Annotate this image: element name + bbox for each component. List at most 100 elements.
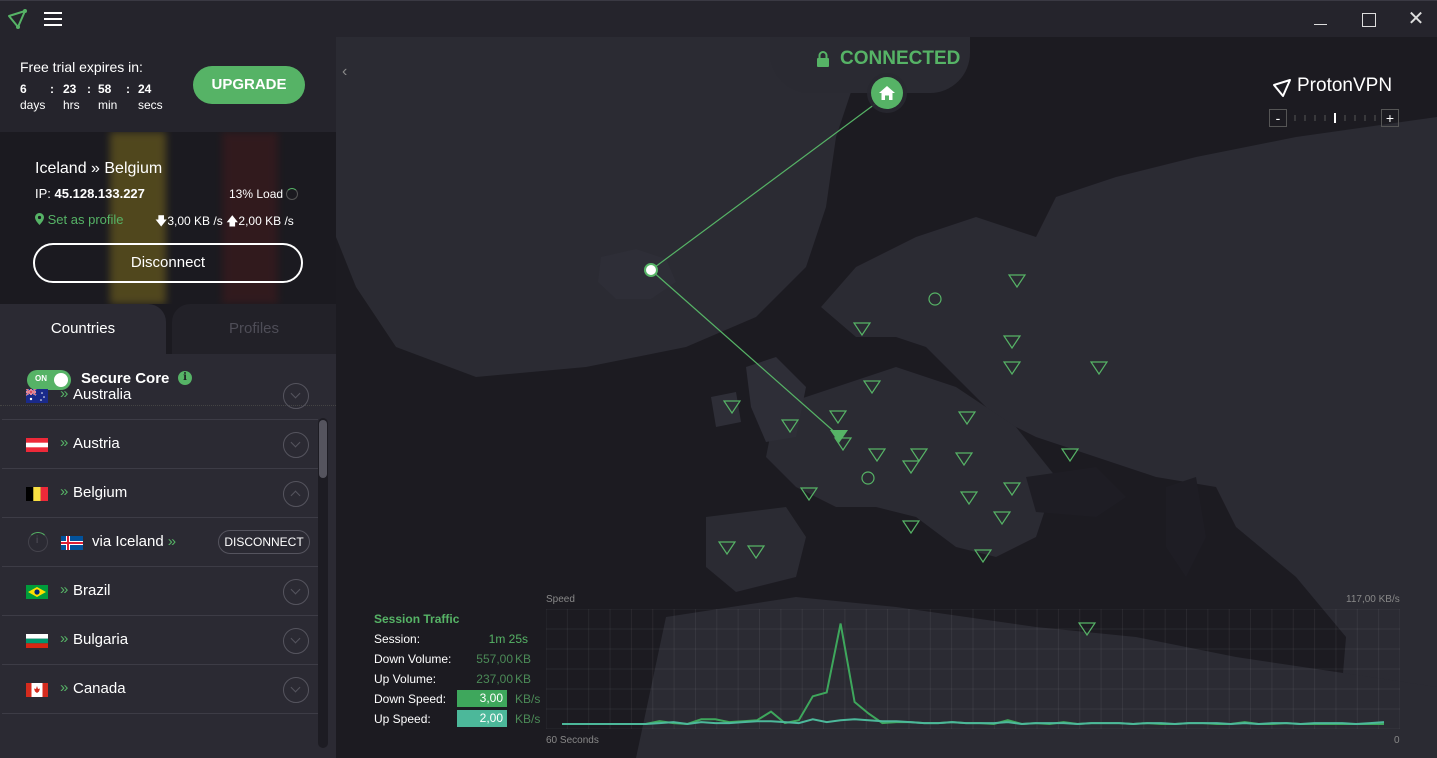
minimize-button[interactable]	[1308, 7, 1334, 33]
expand-button[interactable]	[283, 432, 309, 458]
connection-speeds: 🡇3,00 KB /s 🡅2,00 KB /s	[155, 212, 294, 233]
ip-label: IP:	[35, 186, 51, 201]
connection-card: Iceland » Belgium IP: 45.128.133.227 13%…	[0, 132, 336, 304]
upgrade-button[interactable]: UPGRADE	[193, 66, 305, 104]
expand-button[interactable]	[283, 677, 309, 703]
zoom-control: - +	[1269, 109, 1401, 127]
country-name: Austria	[73, 435, 120, 452]
zoom-in-button[interactable]: +	[1381, 109, 1399, 127]
server-name: via Iceland»	[92, 533, 176, 550]
zoom-out-button[interactable]: -	[1269, 109, 1287, 127]
server-row[interactable]: via Iceland» DISCONNECT	[2, 518, 318, 567]
separator: :	[50, 82, 54, 96]
server-marker	[828, 410, 848, 425]
hrs-unit: hrs	[63, 98, 80, 112]
server-marker	[722, 400, 742, 415]
maximize-button[interactable]	[1356, 7, 1382, 33]
connection-status: CONNECTED	[840, 48, 961, 69]
scrollbar-thumb[interactable]	[319, 420, 327, 478]
hrs-value: 23	[63, 82, 77, 96]
collapse-sidebar-button[interactable]: ‹	[342, 63, 347, 81]
up-volume-value: 237,00	[476, 672, 513, 686]
chart-title: Speed	[546, 594, 575, 605]
expand-button[interactable]	[283, 383, 309, 409]
set-as-profile-link[interactable]: Set as profile	[35, 212, 124, 227]
down-volume-unit: KB	[515, 652, 532, 666]
session-label: Session:	[374, 632, 421, 646]
down-volume-value: 557,00	[476, 652, 513, 666]
entry-node	[644, 263, 658, 277]
up-speed-unit: KB/s	[515, 712, 541, 726]
traffic-row-up-volume: Up Volume: 237,00 KB	[374, 672, 531, 692]
server-marker	[717, 541, 737, 556]
server-disconnect-button[interactable]: DISCONNECT	[218, 530, 310, 554]
chevron-right-icon: »	[60, 434, 69, 451]
server-marker	[862, 380, 882, 395]
secs-unit: secs	[138, 98, 163, 112]
secure-core-node	[861, 471, 875, 485]
home-node[interactable]	[871, 77, 903, 109]
country-name: Brazil	[73, 582, 111, 599]
down-speed-unit: KB/s	[515, 692, 541, 706]
up-speed-value: 2,00	[457, 710, 507, 727]
expand-button[interactable]	[283, 628, 309, 654]
server-marker	[1002, 482, 1022, 497]
home-icon	[879, 86, 895, 100]
days-unit: days	[20, 98, 46, 112]
close-button[interactable]: ✕	[1403, 7, 1429, 33]
server-load-icon	[28, 532, 48, 552]
flag-austria-icon	[26, 438, 48, 452]
up-speed: 2,00 KB /s	[238, 214, 294, 228]
disconnect-button[interactable]: Disconnect	[33, 243, 303, 283]
world-map[interactable]: ‹ CONNECTED ProtonVPN - + Session Traffi…	[336, 37, 1437, 758]
up-volume-label: Up Volume:	[374, 672, 437, 686]
collapse-button[interactable]	[283, 481, 309, 507]
tab-profiles[interactable]: Profiles	[172, 304, 336, 354]
country-row[interactable]: » Australia	[2, 371, 318, 420]
country-list-scrollbar[interactable]	[318, 418, 328, 748]
chart-xlabel: 60 Seconds	[546, 735, 599, 746]
tab-countries[interactable]: Countries	[0, 304, 166, 354]
traffic-row-down-volume: Down Volume: 557,00 KB	[374, 652, 531, 672]
server-marker	[1089, 361, 1109, 376]
country-row[interactable]: » Austria	[2, 420, 318, 469]
up-speed-label: Up Speed:	[374, 712, 431, 726]
server-marker	[909, 448, 929, 463]
traffic-row-up-speed: Up Speed: 2,00 KB/s	[374, 710, 540, 732]
down-volume-label: Down Volume:	[374, 652, 452, 666]
server-marker	[901, 520, 921, 535]
country-row[interactable]: » Bulgaria	[2, 616, 318, 665]
up-volume-unit: KB	[515, 672, 532, 686]
trial-banner: Free trial expires in: 6 days : 23 hrs : 5…	[0, 37, 336, 132]
flag-australia-icon	[26, 389, 48, 403]
load-gauge-icon	[286, 188, 299, 200]
flag-belgium-icon	[26, 487, 48, 501]
zoom-slider[interactable]	[1291, 113, 1377, 123]
hamburger-menu-icon[interactable]	[44, 12, 62, 27]
server-marker	[1002, 361, 1022, 376]
separator: :	[87, 82, 91, 96]
country-row[interactable]: » Canada	[2, 665, 318, 714]
location-pin-icon	[35, 213, 44, 225]
server-marker	[852, 322, 872, 337]
session-traffic-title: Session Traffic	[374, 612, 460, 626]
load-text: 13% Load	[229, 187, 284, 201]
server-marker	[799, 487, 819, 502]
server-load: 13% Load	[229, 187, 299, 201]
server-marker	[1060, 448, 1080, 463]
chart-ymax-label: 117,00 KB/s	[1346, 594, 1400, 605]
connection-ip: IP: 45.128.133.227	[35, 186, 145, 201]
protonvpn-logo-icon	[8, 9, 27, 29]
server-marker	[901, 460, 921, 475]
expand-button[interactable]	[283, 579, 309, 605]
country-row[interactable]: » Belgium	[2, 469, 318, 518]
min-value: 58	[98, 82, 112, 96]
server-name-text: via Iceland	[92, 533, 164, 550]
title-bar: ✕	[0, 0, 1437, 37]
arrow-down-icon: 🡇	[155, 214, 168, 228]
connected-server-marker	[830, 430, 848, 443]
speed-chart	[546, 609, 1400, 729]
server-marker	[957, 411, 977, 426]
country-row[interactable]: » Brazil	[2, 567, 318, 616]
server-marker	[780, 419, 800, 434]
